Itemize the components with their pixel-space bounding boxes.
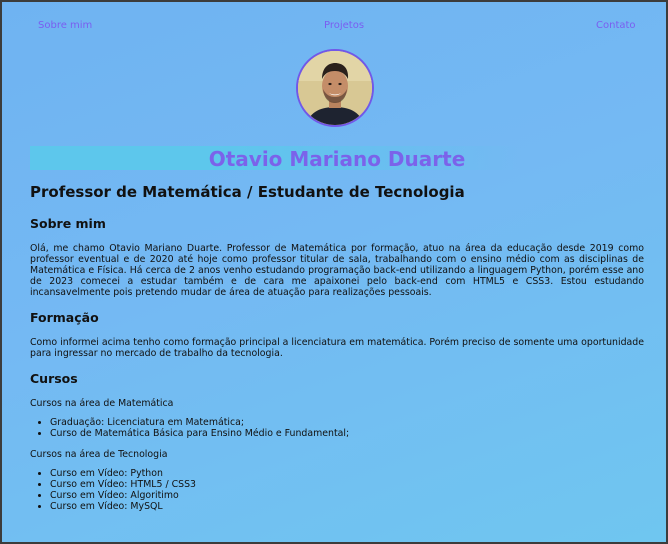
math-courses-intro: Cursos na área de Matemática (30, 398, 174, 409)
about-heading: Sobre mim (30, 216, 106, 231)
list-item: Curso em Vídeo: HTML5 / CSS3 (50, 479, 644, 490)
nav-link-projetos[interactable]: Projetos (324, 20, 364, 31)
profile-photo (298, 51, 372, 125)
tech-courses-intro: Cursos na área de Tecnologia (30, 449, 168, 460)
about-text: Olá, me chamo Otavio Mariano Duarte. Pro… (30, 243, 644, 298)
education-heading: Formação (30, 310, 99, 325)
avatar (296, 49, 374, 127)
education-text: Como informei acima tenho como formação … (30, 337, 644, 359)
top-nav: Sobre mim Projetos Contato (2, 20, 666, 36)
list-item: Curso de Matemática Básica para Ensino M… (50, 428, 644, 439)
page: Sobre mim Projetos Contato Otavio Marian… (2, 2, 666, 542)
profile-role: Professor de Matemática / Estudante de T… (30, 183, 465, 201)
nav-link-sobre-mim[interactable]: Sobre mim (38, 20, 92, 31)
list-item: Graduação: Licenciatura em Matemática; (50, 417, 644, 428)
math-courses-list: Graduação: Licenciatura em Matemática; C… (30, 417, 644, 439)
nav-link-contato[interactable]: Contato (596, 20, 636, 31)
list-item: Curso em Vídeo: MySQL (50, 501, 644, 512)
main-content: Professor de Matemática / Estudante de T… (30, 182, 644, 522)
profile-name: Otavio Mariano Duarte (208, 147, 466, 171)
courses-heading: Cursos (30, 371, 78, 386)
list-item: Curso em Vídeo: Algoritimo (50, 490, 644, 501)
tech-courses-list: Curso em Vídeo: Python Curso em Vídeo: H… (30, 468, 644, 512)
list-item: Curso em Vídeo: Python (50, 468, 644, 479)
